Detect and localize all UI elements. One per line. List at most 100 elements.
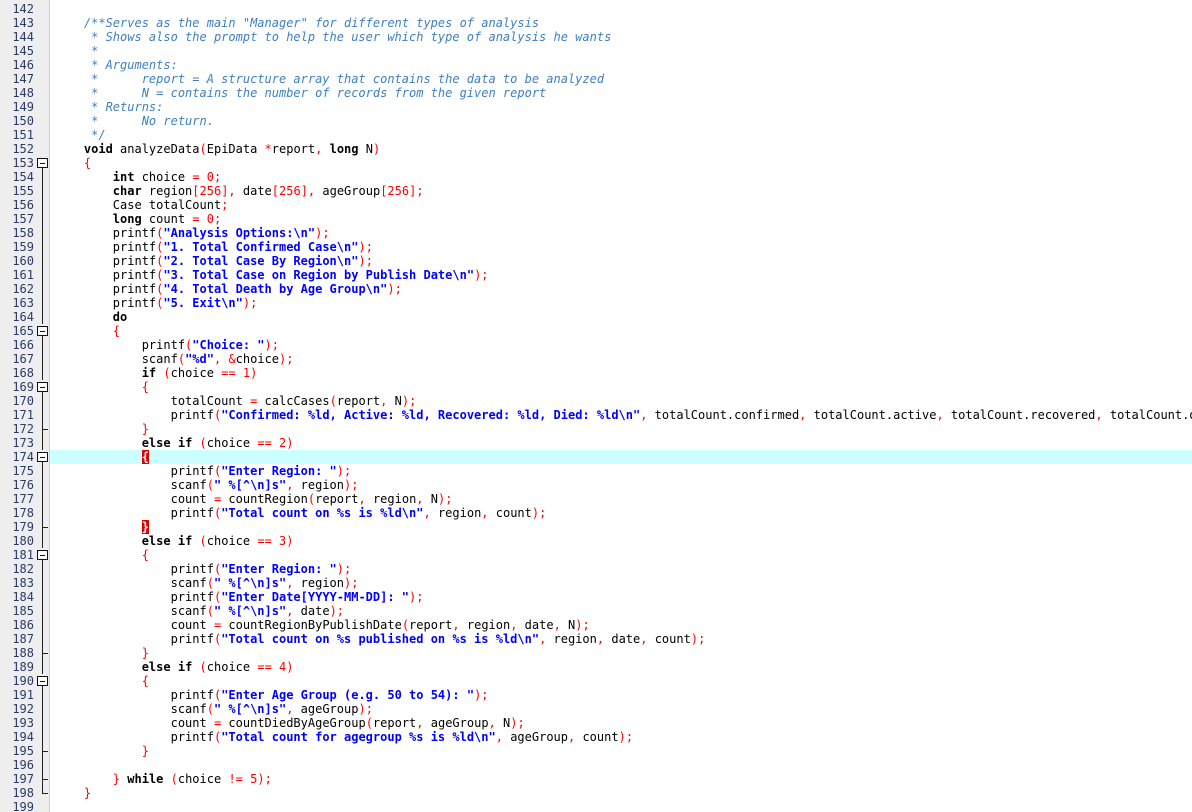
code-row[interactable]: 172 }: [0, 422, 1192, 436]
code-text[interactable]: }: [50, 646, 149, 660]
code-text[interactable]: printf("Analysis Options:\n");: [50, 226, 330, 240]
code-row[interactable]: 142: [0, 2, 1192, 16]
code-text[interactable]: printf("Total count for agegroup %s is %…: [50, 730, 633, 744]
code-text[interactable]: }: [50, 786, 91, 800]
code-row[interactable]: 167 scanf("%d", &choice);: [0, 352, 1192, 366]
fold-toggle-icon[interactable]: [36, 156, 50, 170]
code-row[interactable]: 164 do: [0, 310, 1192, 324]
code-text[interactable]: /**Serves as the main "Manager" for diff…: [50, 16, 539, 30]
code-text[interactable]: if (choice == 1): [50, 366, 258, 380]
code-row[interactable]: 168 if (choice == 1): [0, 366, 1192, 380]
code-row[interactable]: 179 }: [0, 520, 1192, 534]
code-text[interactable]: *: [50, 44, 98, 58]
code-text[interactable]: printf("3. Total Case on Region by Publi…: [50, 268, 489, 282]
code-row[interactable]: 190 {: [0, 674, 1192, 688]
code-text[interactable]: scanf("%d", &choice);: [50, 352, 294, 366]
code-text[interactable]: }: [50, 422, 149, 436]
code-text[interactable]: }: [50, 520, 149, 534]
code-text[interactable]: printf("1. Total Confirmed Case\n");: [50, 240, 373, 254]
code-row[interactable]: 170 totalCount = calcCases(report, N);: [0, 394, 1192, 408]
code-row[interactable]: 160 printf("2. Total Case By Region\n");: [0, 254, 1192, 268]
code-text[interactable]: long count = 0;: [50, 212, 221, 226]
code-row[interactable]: 193 count = countDiedByAgeGroup(report, …: [0, 716, 1192, 730]
code-editor[interactable]: 142 143 /**Serves as the main "Manager" f…: [0, 0, 1192, 812]
code-text[interactable]: void analyzeData(EpiData *report, long N…: [50, 142, 380, 156]
code-text[interactable]: {: [50, 380, 149, 394]
code-row[interactable]: 186 count = countRegionByPublishDate(rep…: [0, 618, 1192, 632]
code-text[interactable]: Case totalCount;: [50, 198, 229, 212]
code-text[interactable]: scanf(" %[^\n]s", date);: [50, 604, 344, 618]
code-row[interactable]: 161 printf("3. Total Case on Region by P…: [0, 268, 1192, 282]
code-text[interactable]: * Returns:: [50, 100, 163, 114]
code-row[interactable]: 181 {: [0, 548, 1192, 562]
code-row[interactable]: 195 }: [0, 744, 1192, 758]
code-text[interactable]: } while (choice != 5);: [50, 772, 272, 786]
code-row[interactable]: 198 }: [0, 786, 1192, 800]
code-row[interactable]: 145 *: [0, 44, 1192, 58]
code-text[interactable]: {: [50, 156, 91, 170]
code-text[interactable]: scanf(" %[^\n]s", region);: [50, 576, 359, 590]
code-row[interactable]: 156 Case totalCount;: [0, 198, 1192, 212]
code-text[interactable]: count = countDiedByAgeGroup(report, ageG…: [50, 716, 525, 730]
fold-toggle-icon[interactable]: [36, 548, 50, 562]
code-row[interactable]: 148 * N = contains the number of records…: [0, 86, 1192, 100]
code-row[interactable]: 153 {: [0, 156, 1192, 170]
code-row[interactable]: 174 {: [0, 450, 1192, 464]
code-row[interactable]: 154 int choice = 0;: [0, 170, 1192, 184]
code-text[interactable]: else if (choice == 4): [50, 660, 294, 674]
code-text[interactable]: {: [50, 324, 120, 338]
code-text[interactable]: * No return.: [50, 114, 214, 128]
code-row[interactable]: 146 * Arguments:: [0, 58, 1192, 72]
code-row[interactable]: 192 scanf(" %[^\n]s", ageGroup);: [0, 702, 1192, 716]
code-text[interactable]: [50, 800, 55, 812]
code-row[interactable]: 175 printf("Enter Region: ");: [0, 464, 1192, 478]
code-text[interactable]: */: [50, 128, 105, 142]
code-row[interactable]: 162 printf("4. Total Death by Age Group\…: [0, 282, 1192, 296]
code-text[interactable]: printf("Confirmed: %ld, Active: %ld, Rec…: [50, 408, 1192, 422]
code-text[interactable]: else if (choice == 2): [50, 436, 294, 450]
fold-toggle-icon[interactable]: [36, 674, 50, 688]
code-text[interactable]: scanf(" %[^\n]s", ageGroup);: [50, 702, 373, 716]
code-text[interactable]: printf("5. Exit\n");: [50, 296, 258, 310]
code-text[interactable]: }: [50, 744, 149, 758]
code-row[interactable]: 184 printf("Enter Date[YYYY-MM-DD]: ");: [0, 590, 1192, 604]
fold-toggle-icon[interactable]: [36, 324, 50, 338]
code-row[interactable]: 152 void analyzeData(EpiData *report, lo…: [0, 142, 1192, 156]
code-text[interactable]: else if (choice == 3): [50, 534, 294, 548]
code-row[interactable]: 155 char region[256], date[256], ageGrou…: [0, 184, 1192, 198]
code-row[interactable]: 199: [0, 800, 1192, 812]
code-row[interactable]: 173 else if (choice == 2): [0, 436, 1192, 450]
code-row[interactable]: 165 {: [0, 324, 1192, 338]
code-text[interactable]: * report = A structure array that contai…: [50, 72, 604, 86]
code-text[interactable]: * N = contains the number of records fro…: [50, 86, 546, 100]
fold-toggle-icon[interactable]: [36, 380, 50, 394]
code-row[interactable]: 144 * Shows also the prompt to help the …: [0, 30, 1192, 44]
code-text[interactable]: count = countRegionByPublishDate(report,…: [50, 618, 590, 632]
code-text[interactable]: do: [50, 310, 127, 324]
code-row[interactable]: 149 * Returns:: [0, 100, 1192, 114]
code-row[interactable]: 178 printf("Total count on %s is %ld\n",…: [0, 506, 1192, 520]
code-row[interactable]: 171 printf("Confirmed: %ld, Active: %ld,…: [0, 408, 1192, 422]
code-text[interactable]: printf("2. Total Case By Region\n");: [50, 254, 373, 268]
code-row[interactable]: 196: [0, 758, 1192, 772]
code-row[interactable]: 147 * report = A structure array that co…: [0, 72, 1192, 86]
code-text[interactable]: printf("Enter Region: ");: [50, 562, 352, 576]
code-text[interactable]: [50, 758, 55, 772]
code-text[interactable]: count = countRegion(report, region, N);: [50, 492, 453, 506]
code-row[interactable]: 197 } while (choice != 5);: [0, 772, 1192, 786]
code-text[interactable]: {: [50, 674, 149, 688]
code-row[interactable]: 177 count = countRegion(report, region, …: [0, 492, 1192, 506]
code-row[interactable]: 169 {: [0, 380, 1192, 394]
code-row[interactable]: 166 printf("Choice: ");: [0, 338, 1192, 352]
code-row[interactable]: 159 printf("1. Total Confirmed Case\n");: [0, 240, 1192, 254]
code-text[interactable]: char region[256], date[256], ageGroup[25…: [50, 184, 424, 198]
fold-toggle-icon[interactable]: [36, 450, 50, 464]
code-text[interactable]: {: [50, 548, 149, 562]
code-text[interactable]: * Shows also the prompt to help the user…: [50, 30, 611, 44]
code-text[interactable]: printf("Total count on %s published on %…: [50, 632, 706, 646]
code-row[interactable]: 187 printf("Total count on %s published …: [0, 632, 1192, 646]
code-row[interactable]: 157 long count = 0;: [0, 212, 1192, 226]
code-row[interactable]: 182 printf("Enter Region: ");: [0, 562, 1192, 576]
code-row[interactable]: 183 scanf(" %[^\n]s", region);: [0, 576, 1192, 590]
code-row[interactable]: 176 scanf(" %[^\n]s", region);: [0, 478, 1192, 492]
